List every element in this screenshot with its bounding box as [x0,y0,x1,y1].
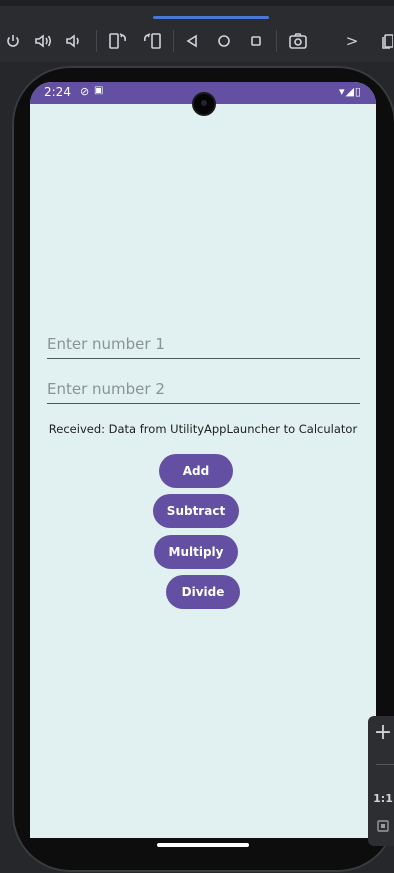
subtract-button[interactable]: Subtract [153,494,239,528]
rotate-left-icon[interactable] [106,28,130,54]
signal-battery-icons: ▾◢▯ [338,85,362,98]
back-icon[interactable] [182,28,202,54]
volume-down-icon[interactable] [64,28,84,54]
add-button[interactable]: Add [159,454,233,488]
vpn-icon: ⊘ [80,85,90,98]
gesture-home-bar[interactable] [157,843,249,847]
emulator-toolbar: > [0,0,394,62]
toolbar-separator [276,30,277,52]
overview-icon[interactable] [246,28,266,54]
toolbar-top-strip [0,0,394,6]
toolbar-separator [96,30,97,52]
multiply-button[interactable]: Multiply [154,535,238,569]
zoom-separator [376,764,394,765]
zoom-one-to-one-button[interactable]: 1:1 [368,792,394,805]
active-tab-indicator [153,16,269,19]
front-camera [194,94,214,114]
power-icon[interactable] [2,28,24,54]
status-time: 2:24 [44,85,71,99]
toolbar-separator [173,30,174,52]
zoom-fit-button[interactable] [368,818,394,837]
zoom-panel: + 1:1 [368,716,394,846]
more-button[interactable]: > [342,28,362,54]
zoom-in-button[interactable]: + [368,720,394,745]
rotate-right-icon[interactable] [140,28,164,54]
divide-button[interactable]: Divide [166,575,240,609]
app-screen: 2:24 ⊘ ▣ ▾◢▯ Received: Data from Utility… [30,82,376,838]
number1-input[interactable] [47,332,360,356]
received-data-text: Received: Data from UtilityAppLauncher t… [48,422,358,436]
volume-up-icon[interactable] [32,28,56,54]
notification-icon: ▣ [94,85,104,96]
fit-screen-icon [377,820,389,832]
number1-field[interactable] [47,332,360,359]
number2-field[interactable] [47,377,360,404]
extended-controls-icon[interactable] [380,28,394,54]
number2-input[interactable] [47,377,360,401]
home-icon[interactable] [214,28,234,54]
screenshot-icon[interactable] [286,28,310,54]
